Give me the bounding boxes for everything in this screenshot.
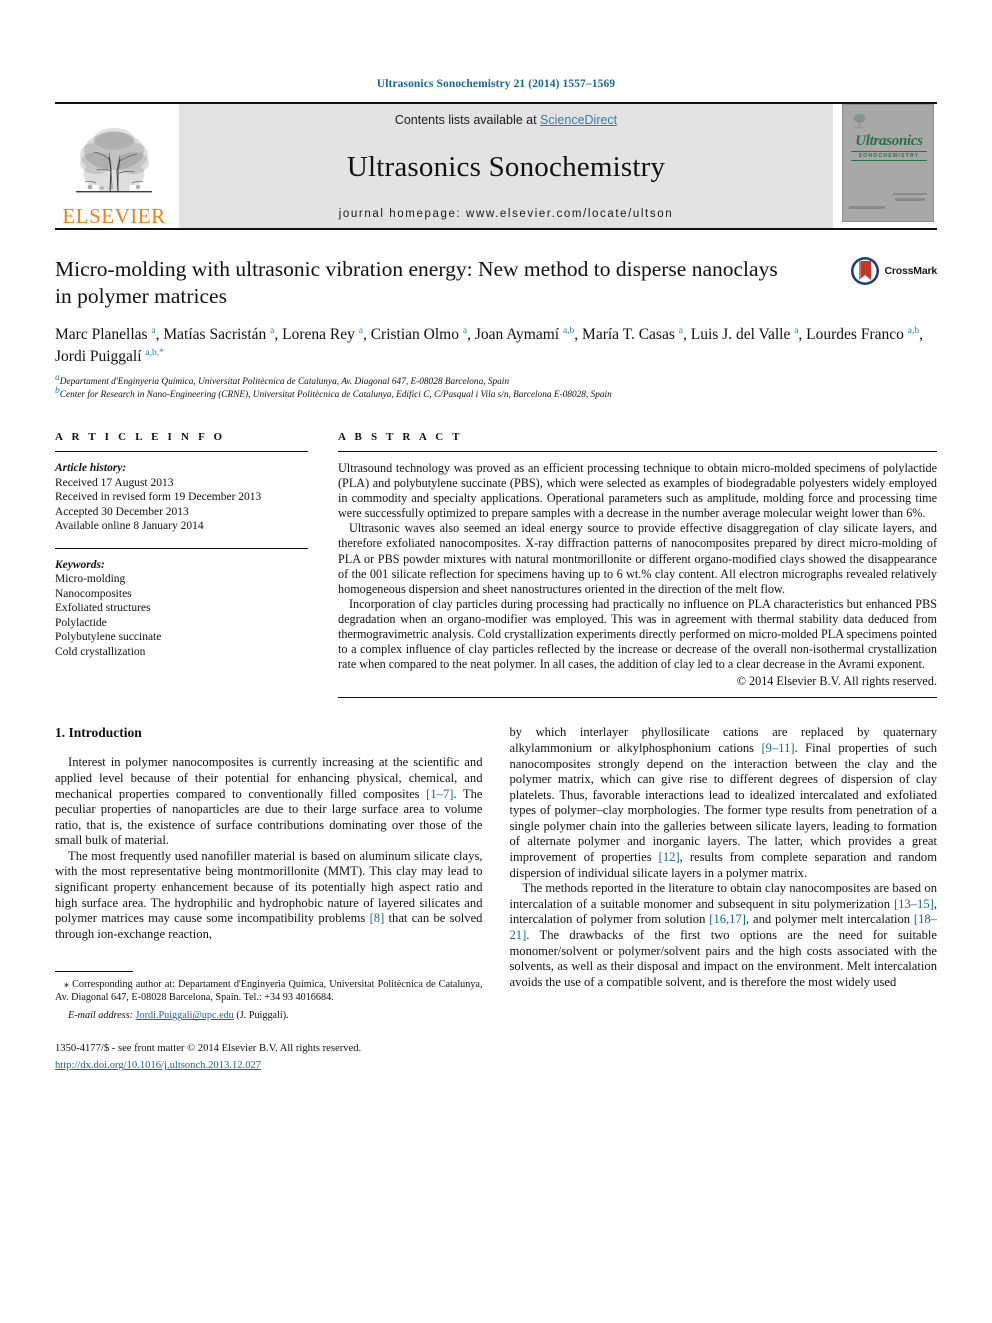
cover-bar-2 bbox=[895, 198, 925, 201]
article-info-column: A R T I C L E I N F O Article history: R… bbox=[55, 431, 308, 698]
footnote-rule bbox=[55, 971, 133, 973]
keyword-3: Polylactide bbox=[55, 616, 107, 629]
body-columns: 1. Introduction Interest in polymer nano… bbox=[55, 725, 937, 1073]
doi-link[interactable]: http://dx.doi.org/10.1016/j.ultsonch.201… bbox=[55, 1060, 261, 1071]
keyword-0: Micro-molding bbox=[55, 573, 126, 585]
abstract-bottom-rule bbox=[338, 697, 937, 699]
abstract-copyright: © 2014 Elsevier B.V. All rights reserved… bbox=[736, 674, 937, 689]
issn-footer: 1350-4177/$ - see front matter © 2014 El… bbox=[55, 1042, 483, 1073]
journal-cover-thumbnail[interactable]: Ultrasonics SONOCHEMISTRY bbox=[839, 104, 937, 228]
asterisk-icon: ⁎ bbox=[64, 979, 69, 991]
elsevier-wordmark: ELSEVIER bbox=[62, 204, 166, 228]
corresponding-author-text: ⁎ Corresponding author at: Departament d… bbox=[55, 978, 483, 1004]
history-item-2: Accepted 30 December 2013 bbox=[55, 505, 189, 518]
article-info-rule bbox=[55, 451, 308, 452]
email-label: E-mail address: bbox=[68, 1010, 133, 1022]
affiliation-b: bCenter for Research in Nano-Engineering… bbox=[55, 385, 612, 400]
intro-paragraph-1: The most frequently used nanofiller mate… bbox=[55, 848, 483, 941]
cover-title: Ultrasonics bbox=[855, 133, 923, 149]
cover-image: Ultrasonics SONOCHEMISTRY bbox=[842, 104, 934, 222]
abstract-paragraph-2: Incorporation of clay particles during p… bbox=[338, 596, 937, 672]
history-item-0: Received 17 August 2013 bbox=[55, 476, 174, 489]
crossmark-label: CrossMark bbox=[884, 265, 938, 277]
journal-article-page: Ultrasonics Sonochemistry 21 (2014) 1557… bbox=[0, 0, 992, 1323]
citation-ref[interactable]: [12] bbox=[659, 850, 680, 864]
affiliation-b-text: Center for Research in Nano-Engineering … bbox=[59, 389, 612, 400]
crossmark-badge[interactable]: CrossMark bbox=[850, 256, 937, 286]
email-suffix: (J. Puiggalí). bbox=[236, 1010, 289, 1022]
body-column-right: by which interlayer phyllosilicate catio… bbox=[510, 725, 938, 1073]
section-heading-introduction: 1. Introduction bbox=[55, 725, 142, 741]
email-link[interactable]: Jordi.Puiggali@upc.edu bbox=[136, 1010, 234, 1021]
contents-line: Contents lists available at ScienceDirec… bbox=[395, 113, 617, 127]
affiliation-list: aDepartament d'Enginyeria Química, Unive… bbox=[55, 372, 937, 401]
crossmark-icon bbox=[850, 257, 879, 285]
cover-subtitle: SONOCHEMISTRY bbox=[851, 151, 927, 161]
cover-bar-1 bbox=[893, 193, 927, 195]
keywords-label: Keywords: bbox=[55, 558, 105, 571]
elsevier-tree-icon bbox=[76, 128, 152, 193]
intro-paragraph-0: Interest in polymer nanocomposites is cu… bbox=[55, 755, 483, 848]
citation-ref[interactable]: [8] bbox=[370, 911, 385, 925]
article-info-heading: A R T I C L E I N F O bbox=[55, 431, 226, 443]
abstract-paragraph-1: Ultrasonic waves also seemed an ideal en… bbox=[338, 521, 937, 596]
title-block: CrossMark Micro-molding with ultrasonic … bbox=[55, 256, 937, 401]
keyword-4: Polybutylene succinate bbox=[55, 631, 162, 643]
citation-ref[interactable]: [9–11] bbox=[761, 741, 794, 755]
info-and-abstract: A R T I C L E I N F O Article history: R… bbox=[55, 431, 937, 699]
journal-homepage[interactable]: journal homepage: www.elsevier.com/locat… bbox=[339, 208, 673, 220]
keyword-5: Cold crystallization bbox=[55, 645, 146, 658]
author-list: Marc Planellas a, Matías Sacristán a, Lo… bbox=[55, 325, 923, 365]
keyword-2: Exfoliated structures bbox=[55, 602, 151, 614]
keywords-rule bbox=[55, 547, 308, 549]
keyword-1: Nanocomposites bbox=[55, 587, 132, 600]
journal-title: Ultrasonics Sonochemistry bbox=[346, 151, 666, 183]
elsevier-logo[interactable]: ELSEVIER bbox=[55, 104, 173, 228]
history-item-1: Received in revised form 19 December 201… bbox=[55, 491, 262, 503]
abstract-rule bbox=[338, 451, 937, 452]
journal-masthead: ELSEVIER Contents lists available at Sci… bbox=[55, 104, 937, 228]
corresponding-author-value: Corresponding author at: Departament d'E… bbox=[55, 979, 483, 1004]
corresponding-author-footnote: ⁎ Corresponding author at: Departament d… bbox=[55, 964, 483, 1022]
affiliation-a-text: Departament d'Enginyeria Química, Univer… bbox=[59, 377, 510, 387]
abstract-heading: A B S T R A C T bbox=[338, 431, 463, 443]
issn-line: 1350-4177/$ - see front matter © 2014 El… bbox=[55, 1043, 362, 1055]
intro-paragraph-2: by which interlayer phyllosilicate catio… bbox=[509, 725, 938, 880]
intro-paragraph-3: The methods reported in the literature t… bbox=[509, 881, 938, 989]
history-item-3: Available online 8 January 2014 bbox=[55, 520, 204, 532]
sciencedirect-link[interactable]: ScienceDirect bbox=[540, 113, 617, 127]
page-title: Micro-molding with ultrasonic vibration … bbox=[55, 257, 778, 308]
citation-ref[interactable]: [13–15] bbox=[894, 897, 934, 911]
cover-bar-3 bbox=[849, 206, 885, 209]
abstract-column: A B S T R A C T Ultrasound technology wa… bbox=[338, 431, 937, 699]
citation-ref[interactable]: [16,17] bbox=[709, 912, 746, 926]
affiliation-a: aDepartament d'Enginyeria Química, Unive… bbox=[55, 372, 510, 387]
email-footnote: E-mail address: Jordi.Puiggali@upc.edu (… bbox=[55, 1009, 483, 1022]
running-head: Ultrasonics Sonochemistry 21 (2014) 1557… bbox=[376, 78, 616, 90]
journal-band: Contents lists available at ScienceDirec… bbox=[179, 104, 833, 228]
contents-prefix: Contents lists available at bbox=[394, 113, 541, 127]
masthead-bottom-rule bbox=[55, 228, 937, 230]
abstract-paragraph-0: Ultrasound technology was proved as an e… bbox=[338, 461, 937, 521]
cover-elsevier-tree-icon bbox=[853, 113, 866, 128]
article-history-label: Article history: bbox=[55, 462, 127, 474]
body-column-left: 1. Introduction Interest in polymer nano… bbox=[55, 725, 483, 1073]
citation-ref[interactable]: [1–7] bbox=[426, 787, 453, 801]
